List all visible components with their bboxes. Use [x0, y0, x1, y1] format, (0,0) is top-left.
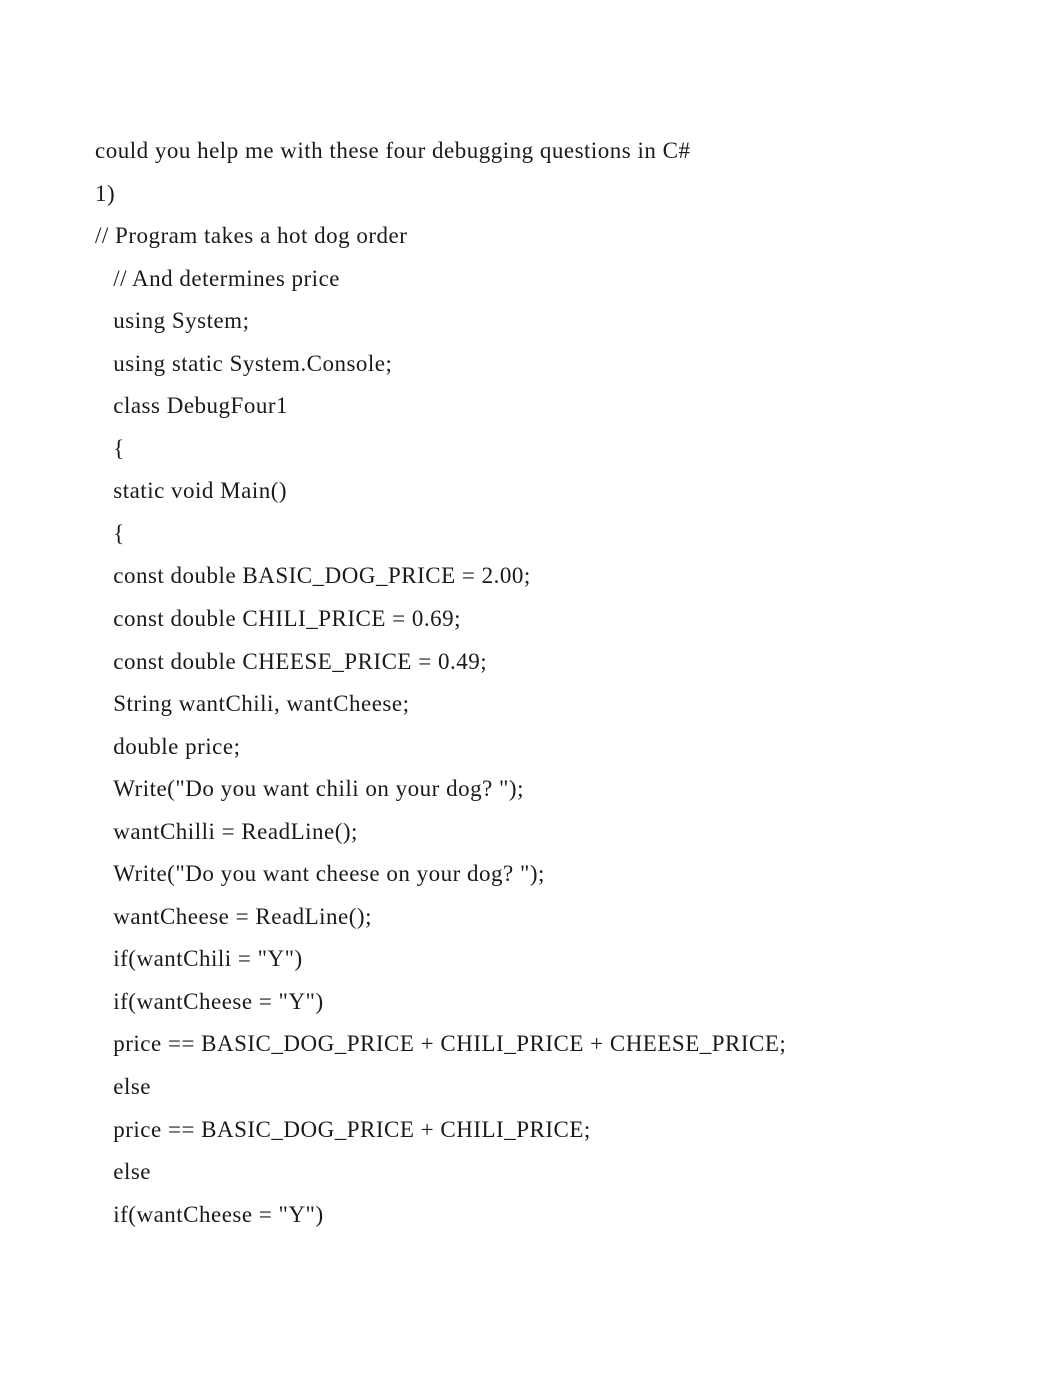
code-line: Write("Do you want cheese on your dog? "…: [95, 853, 967, 896]
code-line: could you help me with these four debugg…: [95, 130, 967, 173]
code-line: wantCheese = ReadLine();: [95, 896, 967, 939]
code-line: price == BASIC_DOG_PRICE + CHILI_PRICE +…: [95, 1023, 967, 1066]
code-line: {: [95, 428, 967, 471]
code-line: else: [95, 1066, 967, 1109]
code-line: if(wantChili = "Y"): [95, 938, 967, 981]
code-line: {: [95, 513, 967, 556]
code-line: const double CHEESE_PRICE = 0.49;: [95, 641, 967, 684]
code-line: Write("Do you want chili on your dog? ")…: [95, 768, 967, 811]
code-line: using static System.Console;: [95, 343, 967, 386]
code-line: const double BASIC_DOG_PRICE = 2.00;: [95, 555, 967, 598]
code-line: // And determines price: [95, 258, 967, 301]
code-line: price == BASIC_DOG_PRICE + CHILI_PRICE;: [95, 1109, 967, 1152]
code-line: class DebugFour1: [95, 385, 967, 428]
code-line: if(wantCheese = "Y"): [95, 1194, 967, 1237]
code-line: double price;: [95, 726, 967, 769]
code-line: if(wantCheese = "Y"): [95, 981, 967, 1024]
code-line: static void Main(): [95, 470, 967, 513]
document-body: could you help me with these four debugg…: [95, 130, 967, 1236]
code-line: const double CHILI_PRICE = 0.69;: [95, 598, 967, 641]
code-line: using System;: [95, 300, 967, 343]
code-line: else: [95, 1151, 967, 1194]
code-line: String wantChili, wantCheese;: [95, 683, 967, 726]
code-line: wantChilli = ReadLine();: [95, 811, 967, 854]
code-line: 1): [95, 173, 967, 216]
code-line: // Program takes a hot dog order: [95, 215, 967, 258]
